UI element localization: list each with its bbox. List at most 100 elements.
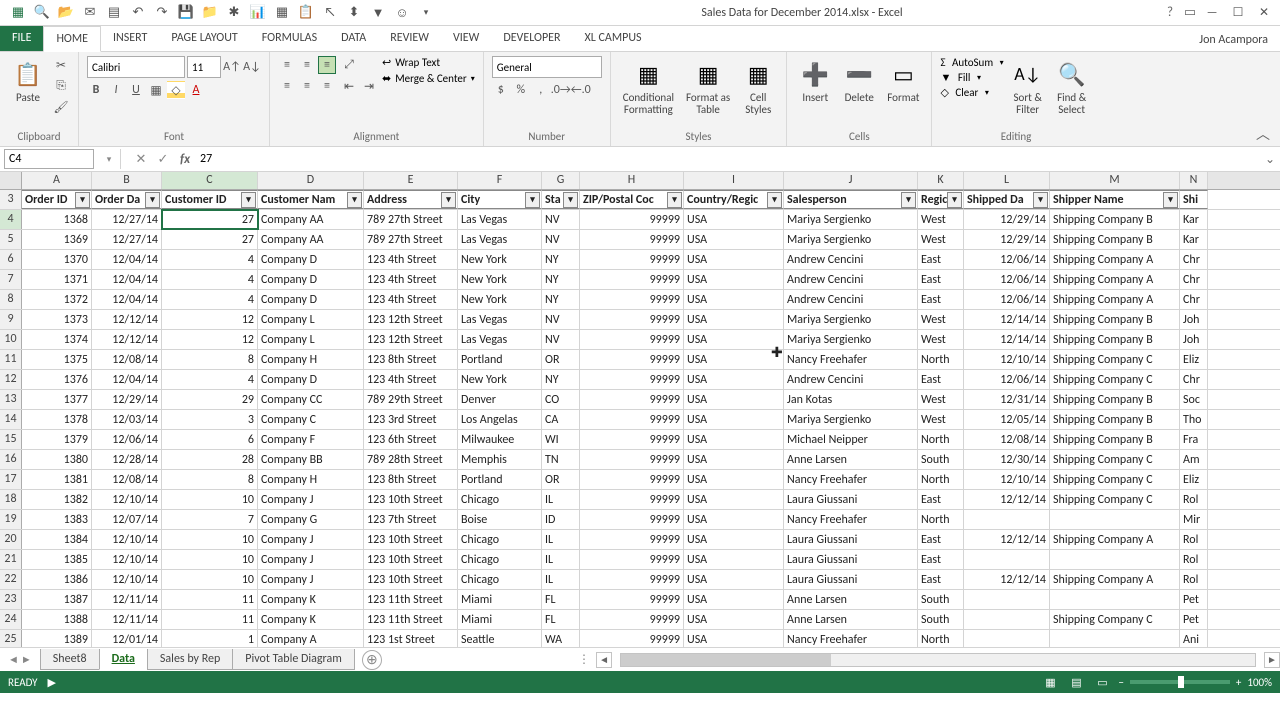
cell[interactable]: Company J: [258, 570, 364, 589]
col-header-E[interactable]: E: [364, 172, 458, 189]
table-header[interactable]: Address▾: [364, 190, 458, 209]
cell[interactable]: USA: [684, 590, 784, 609]
merge-center-button[interactable]: ⬌Merge & Center▾: [382, 72, 475, 85]
refresh-icon[interactable]: ✱: [226, 5, 242, 21]
cell[interactable]: Andrew Cencini: [784, 290, 918, 309]
cell[interactable]: 7: [162, 510, 258, 529]
cell[interactable]: New York: [458, 270, 542, 289]
select-all-corner[interactable]: [0, 172, 22, 189]
sheet-next-icon[interactable]: ►: [21, 653, 32, 666]
cell[interactable]: USA: [684, 250, 784, 269]
pointer-icon[interactable]: ↖: [322, 5, 338, 21]
cell[interactable]: Chicago: [458, 570, 542, 589]
cell[interactable]: Company A: [258, 630, 364, 647]
cell[interactable]: Rol: [1180, 530, 1208, 549]
underline-icon[interactable]: U: [127, 81, 145, 99]
sheet-tab-sales-by-rep[interactable]: Sales by Rep: [147, 649, 233, 670]
cell[interactable]: Rol: [1180, 490, 1208, 509]
chart-icon[interactable]: 📊: [250, 5, 266, 21]
cell[interactable]: 1380: [22, 450, 92, 469]
cell[interactable]: 12/12/14: [92, 330, 162, 349]
help-icon[interactable]: ?: [1160, 5, 1180, 20]
cell[interactable]: New York: [458, 370, 542, 389]
cell[interactable]: 12/04/14: [92, 290, 162, 309]
cell[interactable]: 12/01/14: [92, 630, 162, 647]
row-header[interactable]: 19: [0, 510, 22, 529]
cell[interactable]: 12/06/14: [964, 290, 1050, 309]
spreadsheet-grid[interactable]: ABCDEFGHIJKLMN 3Order ID▾Order Da▾Custom…: [0, 172, 1280, 647]
cell[interactable]: [964, 590, 1050, 609]
row-header[interactable]: 12: [0, 370, 22, 389]
cell[interactable]: 123 10th Street: [364, 550, 458, 569]
grow-font-icon[interactable]: A↑: [223, 58, 241, 76]
cell[interactable]: Nancy Freehafer: [784, 350, 918, 369]
undo-icon[interactable]: ↶: [130, 5, 146, 21]
cell[interactable]: Miami: [458, 590, 542, 609]
cell[interactable]: Denver: [458, 390, 542, 409]
tab-xl-campus[interactable]: XL Campus: [573, 26, 654, 51]
cell[interactable]: West: [918, 330, 964, 349]
cell[interactable]: 789 29th Street: [364, 390, 458, 409]
cell[interactable]: Shipping Company B: [1050, 430, 1180, 449]
cell[interactable]: 10: [162, 550, 258, 569]
cell[interactable]: Laura Giussani: [784, 530, 918, 549]
user-name[interactable]: Jon Acampora: [1199, 33, 1280, 51]
cell[interactable]: 123 7th Street: [364, 510, 458, 529]
cell[interactable]: IL: [542, 570, 580, 589]
align-left-icon[interactable]: ≡: [278, 77, 296, 95]
cell[interactable]: 99999: [580, 250, 684, 269]
cell[interactable]: USA: [684, 630, 784, 647]
cell[interactable]: 12/28/14: [92, 450, 162, 469]
indent-right-icon[interactable]: ⇥: [360, 77, 378, 95]
cell[interactable]: Michael Neipper: [784, 430, 918, 449]
cell[interactable]: 12: [162, 310, 258, 329]
cell[interactable]: USA: [684, 290, 784, 309]
sheet-tab-sheet8[interactable]: Sheet8: [40, 649, 100, 670]
cell[interactable]: [1050, 630, 1180, 647]
filter-dropdown-icon[interactable]: ▾: [667, 192, 682, 208]
table-header[interactable]: Order Da▾: [92, 190, 162, 209]
cell[interactable]: 10: [162, 490, 258, 509]
inc-decimal-icon[interactable]: .0→: [552, 81, 570, 99]
cell[interactable]: Chr: [1180, 370, 1208, 389]
cell[interactable]: 99999: [580, 230, 684, 249]
cell[interactable]: 12/29/14: [964, 230, 1050, 249]
cell[interactable]: West: [918, 410, 964, 429]
cell[interactable]: Mir: [1180, 510, 1208, 529]
tab-review[interactable]: REVIEW: [378, 26, 441, 51]
cell[interactable]: Company J: [258, 530, 364, 549]
borders-icon[interactable]: ▦: [147, 81, 165, 99]
sheet-tab-pivot-table-diagram[interactable]: Pivot Table Diagram: [232, 649, 355, 670]
row-header[interactable]: 6: [0, 250, 22, 269]
tab-developer[interactable]: DEVELOPER: [491, 26, 572, 51]
row-header[interactable]: 20: [0, 530, 22, 549]
cell[interactable]: 123 10th Street: [364, 570, 458, 589]
cell[interactable]: 12/07/14: [92, 510, 162, 529]
cell[interactable]: Shipping Company B: [1050, 310, 1180, 329]
cell[interactable]: Jan Kotas: [784, 390, 918, 409]
cell[interactable]: 1383: [22, 510, 92, 529]
cell[interactable]: 99999: [580, 290, 684, 309]
search-icon[interactable]: 🔍: [34, 5, 50, 21]
cell[interactable]: 99999: [580, 390, 684, 409]
row-header[interactable]: 5: [0, 230, 22, 249]
wrap-text-button[interactable]: ↩Wrap Text: [382, 56, 475, 69]
cell[interactable]: 123 10th Street: [364, 490, 458, 509]
cell[interactable]: 789 27th Street: [364, 210, 458, 229]
calc-icon[interactable]: ▦: [274, 5, 290, 21]
cell[interactable]: USA: [684, 350, 784, 369]
cell[interactable]: 12/08/14: [92, 350, 162, 369]
cell[interactable]: 12/10/14: [964, 470, 1050, 489]
cell[interactable]: Memphis: [458, 450, 542, 469]
sort-icon[interactable]: ⬍: [346, 5, 362, 21]
split-handle-icon[interactable]: ⋮: [572, 652, 596, 667]
cell[interactable]: USA: [684, 210, 784, 229]
cell[interactable]: 12/06/14: [92, 430, 162, 449]
row-header[interactable]: 7: [0, 270, 22, 289]
filter-dropdown-icon[interactable]: ▾: [947, 192, 962, 208]
format-painter-icon[interactable]: 🖌: [52, 98, 70, 116]
cell[interactable]: 12/10/14: [92, 550, 162, 569]
cell[interactable]: Shipping Company B: [1050, 330, 1180, 349]
name-box[interactable]: [4, 149, 94, 169]
cell[interactable]: Shipping Company B: [1050, 390, 1180, 409]
